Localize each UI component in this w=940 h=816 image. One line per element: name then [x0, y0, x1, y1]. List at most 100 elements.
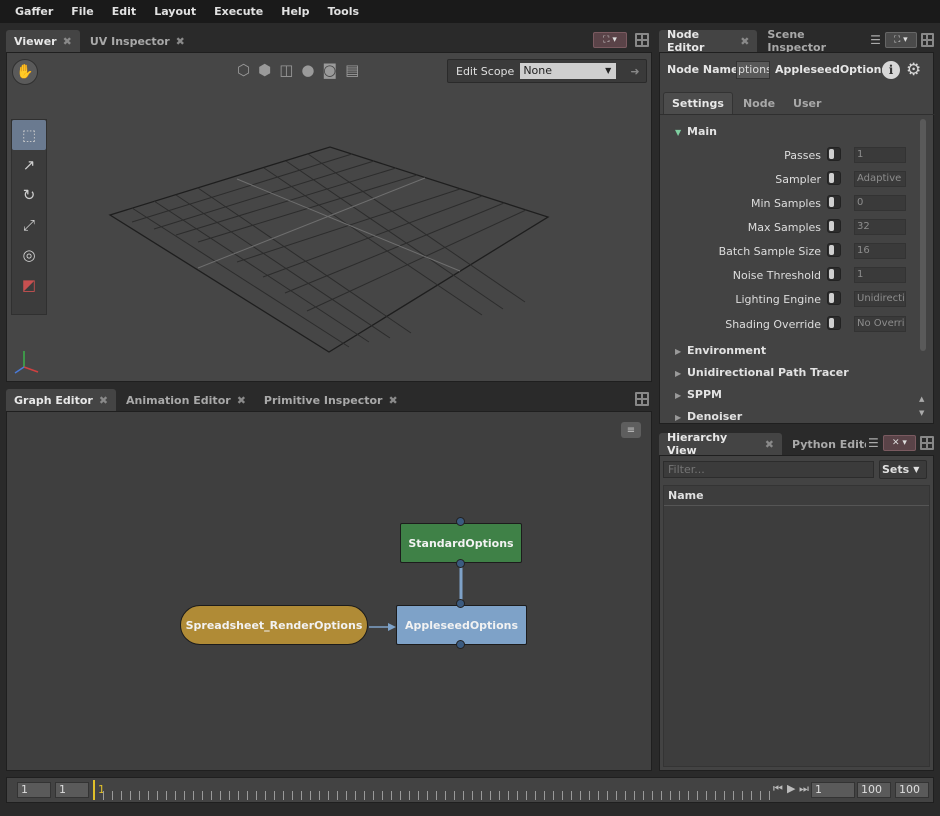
plug-appleseed-out[interactable]	[456, 640, 465, 649]
max-samples-field[interactable]: 32	[854, 219, 906, 235]
tab-primitive-inspector-label: Primitive Inspector	[263, 393, 383, 407]
gear-icon[interactable]: ⚙	[906, 60, 921, 80]
close-icon[interactable]: ✖	[388, 394, 397, 407]
min-samples-field[interactable]: 0	[854, 195, 906, 211]
layout-icon[interactable]	[920, 436, 934, 450]
collapsed-arrow-icon: ▶	[675, 347, 682, 356]
scrollbar-thumb[interactable]	[920, 119, 926, 351]
passes-toggle[interactable]	[827, 147, 841, 161]
node-name-field[interactable]: ptions	[736, 61, 770, 79]
shading-override-field[interactable]: No Overri	[854, 316, 906, 332]
menu-icon[interactable]: ☰	[868, 436, 879, 450]
sampler-field[interactable]: Adaptive	[854, 171, 906, 187]
start-frame-field[interactable]: 1	[17, 782, 51, 798]
sampler-toggle[interactable]	[827, 171, 841, 185]
lighting-engine-field[interactable]: Unidirectio	[854, 291, 906, 307]
hierarchy-tree[interactable]: Name	[663, 485, 930, 767]
section-sppm[interactable]: ▶ SPPM	[675, 388, 722, 401]
end-frame-field[interactable]: 100	[895, 782, 929, 798]
tab-primitive-inspector[interactable]: Primitive Inspector ✖	[256, 389, 406, 411]
min-samples-label: Min Samples	[751, 197, 821, 210]
section-unidirectional-path-tracer[interactable]: ▶ Unidirectional Path Tracer	[675, 366, 849, 379]
tab-hierarchy-view-label: Hierarchy View	[667, 431, 728, 457]
passes-label: Passes	[784, 149, 821, 162]
column-header-name[interactable]: Name	[664, 486, 929, 506]
viewer-tabbar: Viewer ✖ UV Inspector ✖ ⛶ ▾	[6, 28, 652, 52]
close-icon[interactable]: ✖	[740, 35, 749, 48]
batch-sample-size-field[interactable]: 16	[854, 243, 906, 259]
close-icon[interactable]: ✖	[176, 35, 185, 48]
play-icon[interactable]: ▶	[787, 782, 795, 795]
plug-standard-in[interactable]	[456, 517, 465, 526]
scroll-down-icon[interactable]: ▼	[919, 409, 924, 417]
passes-field[interactable]: 1	[854, 147, 906, 163]
section-upt-label: Unidirectional Path Tracer	[687, 366, 849, 379]
max-samples-toggle[interactable]	[827, 219, 841, 233]
section-denoiser[interactable]: ▶ Denoiser	[675, 410, 742, 421]
layout-icon[interactable]	[920, 33, 934, 47]
filter-input[interactable]	[663, 461, 874, 478]
graph-editor-panel[interactable]: ≡ StandardOptions AppleseedOptions Sprea…	[6, 411, 652, 771]
shading-override-toggle[interactable]	[827, 316, 841, 330]
scroll-up-icon[interactable]: ▲	[919, 395, 924, 403]
tab-node-editor[interactable]: Node Editor ✖	[659, 28, 758, 54]
scene-set-menu-button[interactable]: ✕ ▾	[882, 435, 917, 451]
noise-threshold-field[interactable]: 1	[854, 267, 906, 283]
batch-sample-size-toggle[interactable]	[827, 243, 841, 257]
range-start-field[interactable]: 1	[55, 782, 89, 798]
info-icon[interactable]: i	[882, 61, 900, 79]
tab-python-editor[interactable]: Python Editor	[784, 433, 866, 455]
batch-sample-size-label: Batch Sample Size	[718, 245, 821, 258]
collapsed-arrow-icon: ▶	[675, 369, 682, 378]
subtab-settings[interactable]: Settings	[663, 92, 733, 114]
node-set-menu-button[interactable]: ⛶ ▾	[884, 32, 917, 48]
subtab-node[interactable]: Node	[735, 92, 783, 114]
tab-viewer[interactable]: Viewer ✖	[6, 30, 80, 52]
collapsed-arrow-icon: ▶	[675, 391, 682, 400]
menu-file[interactable]: File	[71, 5, 94, 18]
lighting-engine-toggle[interactable]	[827, 291, 841, 305]
menu-icon[interactable]: ☰	[870, 33, 881, 47]
noise-threshold-toggle[interactable]	[827, 267, 841, 281]
tab-scene-inspector[interactable]: Scene Inspector	[759, 28, 868, 54]
frame-field[interactable]: 1	[811, 782, 855, 798]
close-icon[interactable]: ✖	[99, 394, 108, 407]
tab-hierarchy-view[interactable]: Hierarchy View ✖	[659, 431, 782, 457]
close-icon[interactable]: ✖	[63, 35, 72, 48]
node-spreadsheet-render-options[interactable]: Spreadsheet_RenderOptions	[180, 605, 368, 645]
timeline: 1 1 1 ⏮ ▶ ⏭ 1 100 100	[6, 777, 934, 803]
editscope-menu-button[interactable]: ⛶ ▾	[593, 32, 627, 48]
close-icon[interactable]: ✖	[237, 394, 246, 407]
frame-marker[interactable]	[93, 780, 95, 800]
plug-standard-out[interactable]	[456, 559, 465, 568]
layout-icon[interactable]	[635, 392, 649, 406]
menu-edit[interactable]: Edit	[112, 5, 136, 18]
viewport-grid	[14, 146, 550, 374]
tab-uv-inspector[interactable]: UV Inspector ✖	[82, 30, 193, 52]
subtab-user[interactable]: User	[785, 92, 829, 114]
sampler-label: Sampler	[775, 173, 821, 186]
section-main[interactable]: ▼ Main	[675, 125, 717, 138]
menu-layout[interactable]: Layout	[154, 5, 196, 18]
tab-animation-editor[interactable]: Animation Editor ✖	[118, 389, 254, 411]
plug-appleseed-in[interactable]	[456, 599, 465, 608]
min-samples-toggle[interactable]	[827, 195, 841, 209]
viewer-panel[interactable]: ✋ ⬡ ⬢ ◫ ● ◙ ▤ Edit Scope None ▼ ➜ ⬚ ↗ ↻ …	[6, 52, 652, 382]
sets-button[interactable]: Sets ▼	[879, 460, 927, 479]
node-editor-subtabs: Settings Node User	[660, 91, 935, 115]
layout-icon[interactable]	[635, 33, 649, 47]
hierarchy-tabbar: Hierarchy View ✖ Python Editor ☰ ✕ ▾	[659, 431, 934, 457]
step-forward-icon[interactable]: ⏭	[799, 782, 809, 796]
node-appleseed-options[interactable]: AppleseedOptions	[396, 605, 527, 645]
menu-tools[interactable]: Tools	[328, 5, 359, 18]
close-icon[interactable]: ✖	[765, 438, 774, 451]
node-standard-options[interactable]: StandardOptions	[400, 523, 522, 563]
step-back-icon[interactable]: ⏮	[773, 782, 783, 796]
tab-graph-editor[interactable]: Graph Editor ✖	[6, 389, 117, 411]
menu-gaffer[interactable]: Gaffer	[15, 5, 53, 18]
section-environment[interactable]: ▶ Environment	[675, 344, 766, 357]
timeline-ruler[interactable]	[103, 791, 771, 800]
range-end-field[interactable]: 100	[857, 782, 891, 798]
menu-help[interactable]: Help	[281, 5, 309, 18]
menu-execute[interactable]: Execute	[214, 5, 263, 18]
